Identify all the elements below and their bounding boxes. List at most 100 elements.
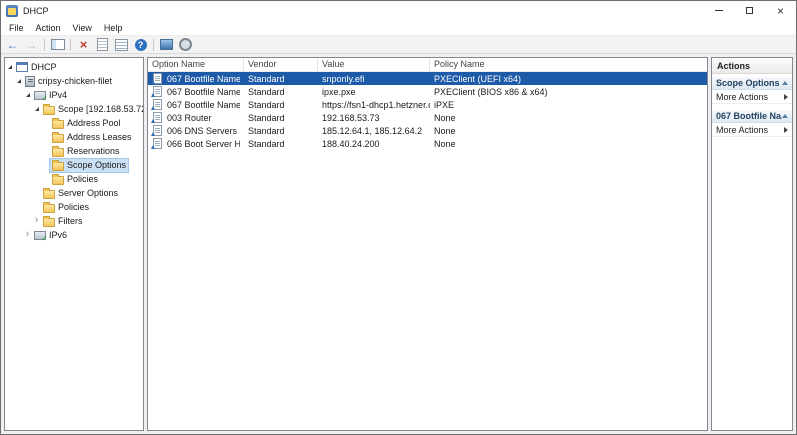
expander-icon[interactable] [23,231,32,240]
help-icon[interactable] [132,37,149,52]
main-area: DHCP cripsy-chicken-filet IPv4 Scope [192.1… [1,54,796,434]
column-header-value[interactable]: Value [318,58,430,71]
ip-icon [34,91,46,100]
maximize-button[interactable] [734,1,765,20]
delete-icon[interactable] [75,37,92,52]
collapse-section-icon[interactable] [782,114,788,118]
more-actions-item[interactable]: More Actions [712,123,792,137]
tree-item-policies[interactable]: Policies [5,200,143,214]
tree-item-label: Scope [192.168.53.72] Node [58,104,144,114]
option-icon [153,112,162,123]
tree-item-label: Address Pool [67,118,121,128]
toolbar [1,35,796,54]
option-name-cell: 006 DNS Servers [148,124,244,137]
policy-cell: PXEClient (BIOS x86 & x64) [430,85,707,98]
list-header: Option NameVendorValuePolicy Name [148,58,707,72]
folder-icon [52,148,64,157]
tree-item-server-options[interactable]: Server Options [5,186,143,200]
option-icon [153,86,162,97]
tree-item-scope-options[interactable]: Scope Options [5,158,143,172]
list-row-003-router[interactable]: 003 RouterStandard192.168.53.73None [148,111,707,124]
value-cell: 188.40.24.200 [318,137,430,150]
tree-item-label: cripsy-chicken-filet [38,76,112,86]
tree-item-label: Policies [67,174,98,184]
toolbar-separator [153,39,154,51]
tree-item-reservations[interactable]: Reservations [5,144,143,158]
value-cell: snponly.efi [318,72,430,85]
tree-item-address-leases[interactable]: Address Leases [5,130,143,144]
option-name-text: 067 Bootfile Name [167,100,240,110]
tree-item-cripsy-chicken-filet[interactable]: cripsy-chicken-filet [5,74,143,88]
tree-item-filters[interactable]: Filters [5,214,143,228]
actions-section-header[interactable]: Scope Options [712,76,792,90]
tree-item-label: IPv6 [49,230,67,240]
value-cell: 192.168.53.73 [318,111,430,124]
actions-section-header[interactable]: 067 Bootfile Na... [712,109,792,123]
dhcp-icon [16,62,28,72]
option-icon [153,138,162,149]
tree-item-label: IPv4 [49,90,67,100]
collapse-section-icon[interactable] [782,81,788,85]
option-name-text: 067 Bootfile Name [167,87,240,97]
menu-help[interactable]: Help [98,22,129,34]
list-row-067-bootfile-name[interactable]: 067 Bootfile NameStandardipxe.pxePXEClie… [148,85,707,98]
vendor-cell: Standard [244,124,318,137]
option-icon [153,99,162,110]
option-name-text: 067 Bootfile Name [167,74,240,84]
tree-item-ipv4[interactable]: IPv4 [5,88,143,102]
toolbar-separator [70,39,71,51]
policy-cell: PXEClient (UEFI x64) [430,72,707,85]
vendor-cell: Standard [244,72,318,85]
statistics-icon[interactable] [158,37,175,52]
policy-cell: None [430,124,707,137]
folder-icon [52,120,64,129]
folder-icon [52,162,64,171]
option-name-cell: 067 Bootfile Name [148,85,244,98]
policy-cell: iPXE [430,98,707,111]
server-icon [25,76,35,87]
list-row-006-dns-servers[interactable]: 006 DNS ServersStandard185.12.64.1, 185.… [148,124,707,137]
list-row-067-bootfile-name[interactable]: 067 Bootfile NameStandardhttps://fsn1-dh… [148,98,707,111]
tree-item-label: Policies [58,202,89,212]
column-header-policy-name[interactable]: Policy Name [430,58,707,71]
expander-icon[interactable] [32,217,41,226]
expander-icon[interactable] [32,107,41,111]
close-button[interactable]: × [765,1,796,20]
folder-icon [43,204,55,213]
more-actions-label: More Actions [716,92,784,102]
minimize-button[interactable] [703,1,734,20]
properties-icon[interactable] [94,37,111,52]
tree-item-address-pool[interactable]: Address Pool [5,116,143,130]
show-console-tree-icon[interactable] [49,37,66,52]
option-name-cell: 067 Bootfile Name [148,72,244,85]
list-row-067-bootfile-name[interactable]: 067 Bootfile Name Standardsnponly.efiPXEC… [148,72,707,85]
window-title: DHCP [23,6,49,16]
tree-item-policies[interactable]: Policies [5,172,143,186]
menu-file[interactable]: File [3,22,30,34]
forward-icon[interactable] [23,37,40,52]
column-header-vendor[interactable]: Vendor [244,58,318,71]
tree-item-ipv6[interactable]: IPv6 [5,228,143,242]
export-list-icon[interactable] [113,37,130,52]
menu-action[interactable]: Action [30,22,67,34]
dhcp-console-window: DHCP × FileActionViewHelp DHCP cripsy-chi… [0,0,797,435]
settings-icon[interactable] [177,37,194,52]
list-row-066-boot-server-host-name[interactable]: 066 Boot Server Host NameStandard188.40.… [148,137,707,150]
menu-view[interactable]: View [67,22,98,34]
folder-icon [43,106,55,115]
expander-icon[interactable] [23,93,32,97]
menubar: FileActionViewHelp [1,20,796,35]
expander-icon[interactable] [5,65,14,69]
expander-icon[interactable] [14,79,23,83]
more-actions-label: More Actions [716,125,784,135]
title-bar[interactable]: DHCP × [1,1,796,20]
back-icon[interactable] [4,37,21,52]
tree-item-dhcp[interactable]: DHCP [5,60,143,74]
more-actions-item[interactable]: More Actions [712,90,792,104]
column-header-option-name[interactable]: Option Name [148,58,244,71]
tree-item-label: Address Leases [67,132,132,142]
tree-item-scope-192-168-53-72-node[interactable]: Scope [192.168.53.72] Node [5,102,143,116]
policy-cell: None [430,137,707,150]
value-cell: https://fsn1-dhcp1.hetzner.comp... [318,98,430,111]
submenu-arrow-icon [784,94,788,100]
